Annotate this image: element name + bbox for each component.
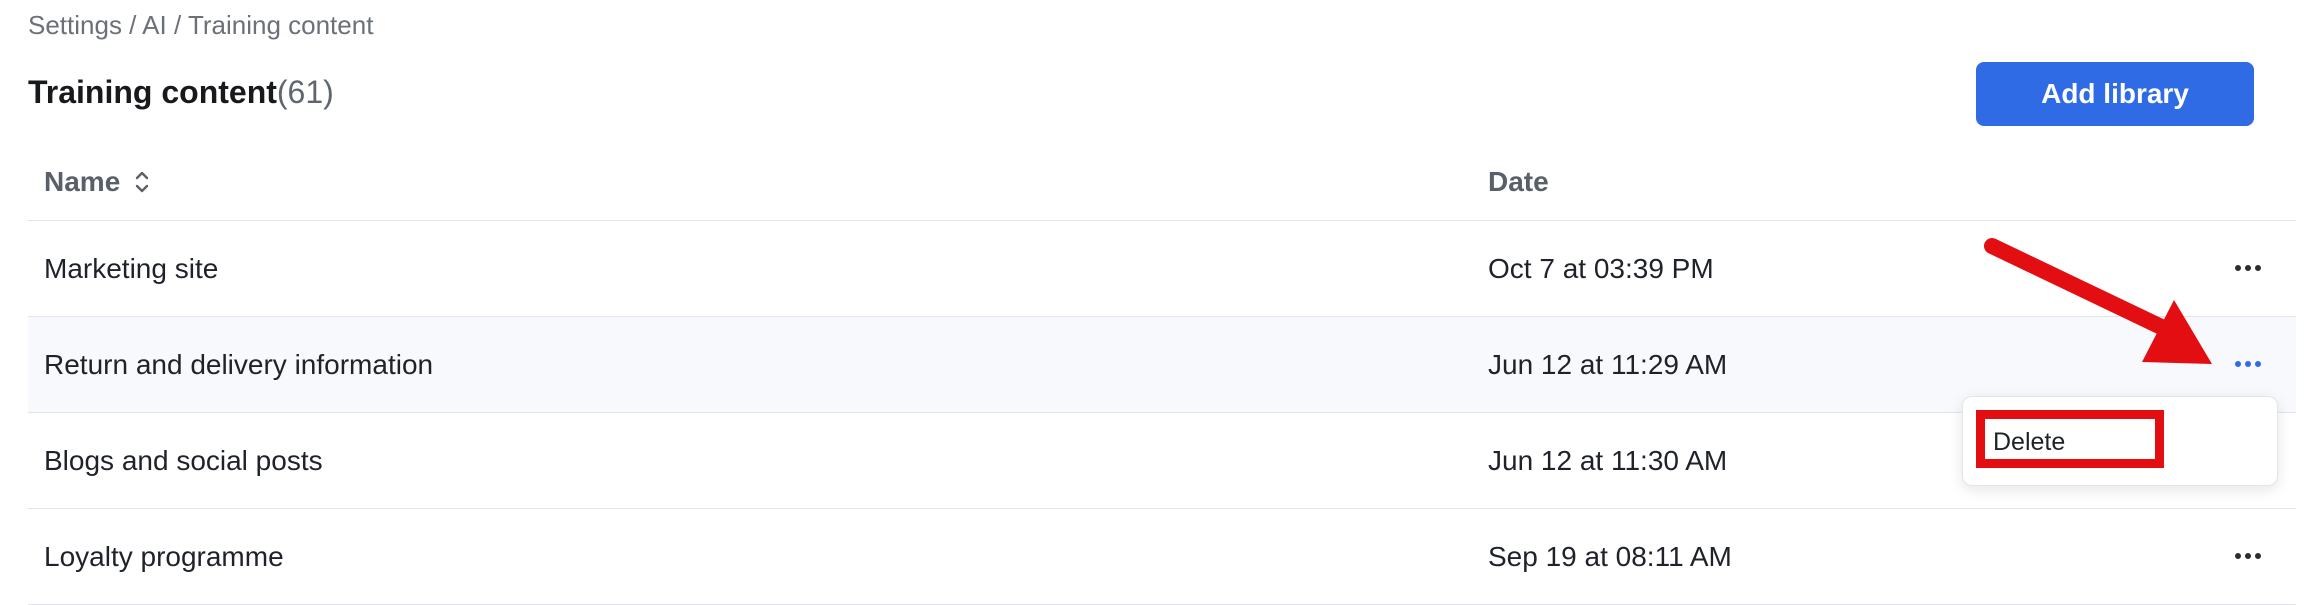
training-content-table: Name Date Marketing site Oct 7 at 03:39 … xyxy=(28,144,2296,605)
row-name: Return and delivery information xyxy=(44,349,434,380)
table-row[interactable]: Marketing site Oct 7 at 03:39 PM xyxy=(28,221,2296,317)
breadcrumb: Settings / AI / Training content xyxy=(28,10,374,40)
more-options-icon[interactable] xyxy=(2228,347,2268,381)
more-options-icon[interactable] xyxy=(2228,251,2268,285)
table-header: Name Date xyxy=(28,144,2296,221)
row-date: Oct 7 at 03:39 PM xyxy=(1488,253,1714,284)
row-date: Jun 12 at 11:29 AM xyxy=(1488,349,1728,380)
row-name: Marketing site xyxy=(44,253,219,284)
table-row[interactable]: Blogs and social posts Jun 12 at 11:30 A… xyxy=(28,413,2296,509)
page-title: Training content xyxy=(28,74,277,110)
table-row[interactable]: Loyalty programme Sep 19 at 08:11 AM xyxy=(28,509,2296,605)
row-name: Loyalty programme xyxy=(44,541,284,572)
column-header-name[interactable]: Name xyxy=(44,166,150,198)
table-row[interactable]: Return and delivery information Jun 12 a… xyxy=(28,317,2296,413)
delete-menu-item[interactable]: Delete xyxy=(1987,425,2149,459)
row-date: Jun 12 at 11:30 AM xyxy=(1488,445,1728,476)
row-name: Blogs and social posts xyxy=(44,445,323,476)
row-date: Sep 19 at 08:11 AM xyxy=(1488,541,1732,572)
page-header: Training content(61) xyxy=(28,74,334,111)
more-options-icon[interactable] xyxy=(2228,539,2268,573)
column-header-name-label: Name xyxy=(44,166,121,197)
item-count: (61) xyxy=(276,74,334,110)
row-actions-menu: Delete xyxy=(1962,396,2278,486)
sort-icon[interactable] xyxy=(134,169,150,195)
column-header-date: Date xyxy=(1488,166,1549,197)
add-library-button[interactable]: Add library xyxy=(1976,62,2254,126)
